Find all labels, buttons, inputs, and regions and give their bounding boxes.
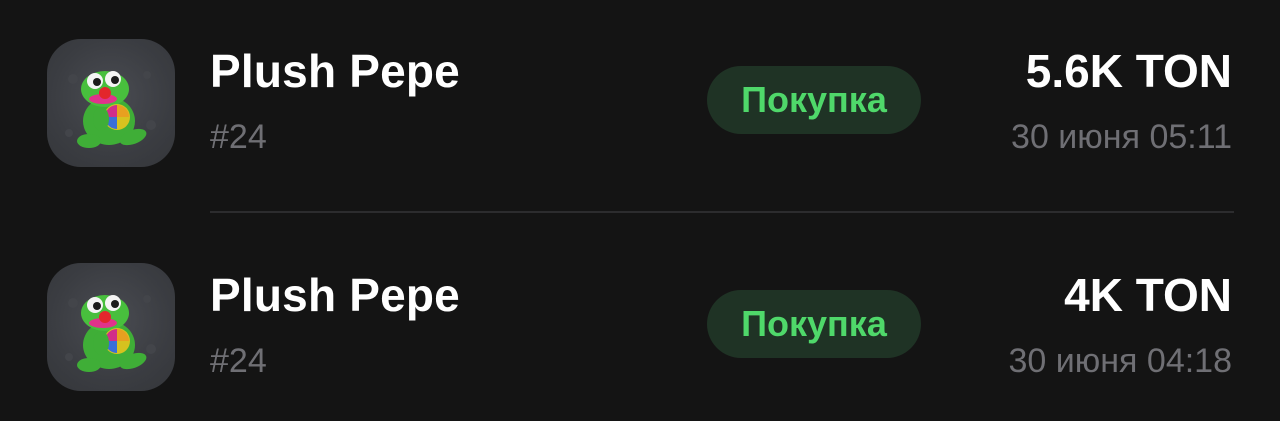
purchase-badge: Покупка [707,290,921,358]
purchase-badge: Покупка [707,66,921,134]
item-date: 30 июня 05:11 [1011,118,1232,156]
item-date: 30 июня 04:18 [1008,342,1232,380]
item-title: Plush Pepe [210,45,460,97]
item-title: Plush Pepe [210,269,460,321]
plush-pepe-icon [47,39,175,167]
item-number: #24 [210,342,267,380]
item-price: 4K TON [1064,269,1232,321]
transaction-item[interactable]: Plush Pepe #24 Покупка 4K TON 30 июня 04… [0,238,1280,418]
transactions-list: Plush Pepe #24 Покупка 5.6K TON 30 июня … [0,0,1280,421]
item-number: #24 [210,118,267,156]
item-price: 5.6K TON [1025,45,1232,97]
transaction-item[interactable]: Plush Pepe #24 Покупка 5.6K TON 30 июня … [0,14,1280,194]
plush-pepe-icon [47,263,175,391]
row-divider [210,211,1234,213]
